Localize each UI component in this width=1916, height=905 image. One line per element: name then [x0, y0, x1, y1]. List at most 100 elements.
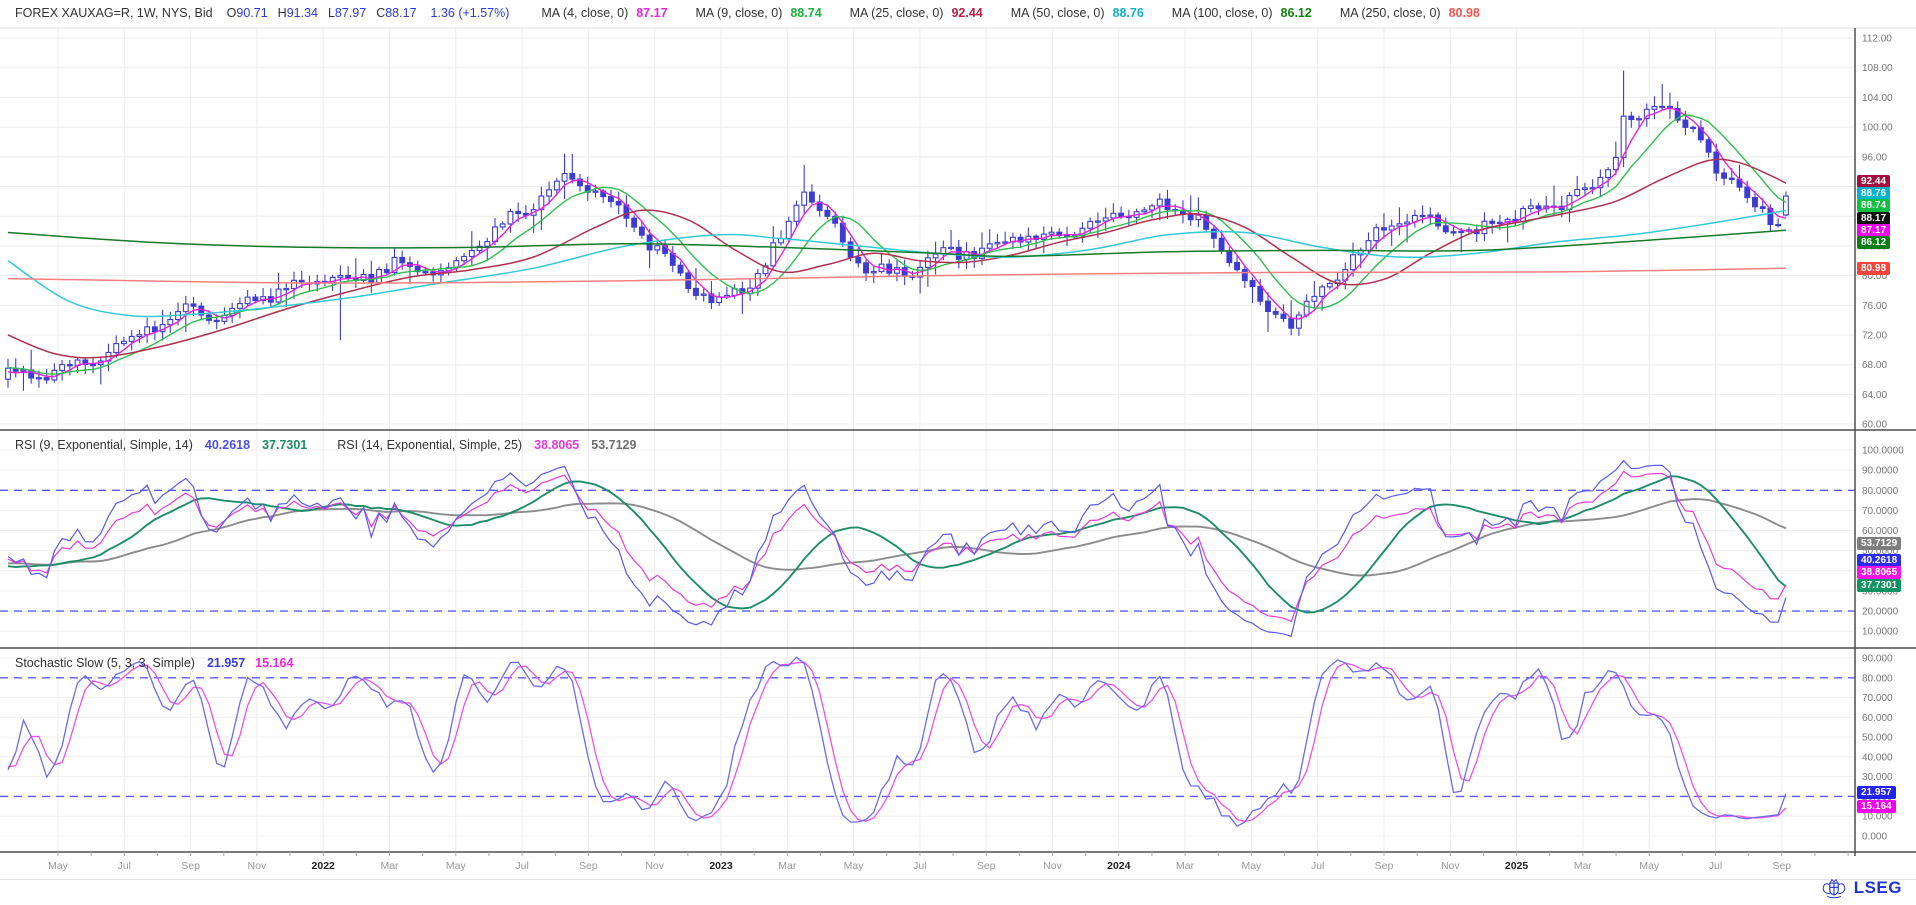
- time-axis-label: Jul: [515, 860, 528, 872]
- axis-label: 90.0000: [1862, 466, 1899, 477]
- axis-label: 60.0000: [1862, 526, 1899, 537]
- price-badge: 15.164: [1857, 800, 1896, 813]
- axis-label: 64.00: [1862, 390, 1887, 401]
- stochastic-series: [8, 657, 1786, 826]
- chart-application: 112.00108.00104.00100.0096.0092.0088.008…: [0, 0, 1916, 905]
- axis-label: 108.00: [1862, 63, 1893, 74]
- time-axis-label: Sep: [181, 860, 200, 872]
- price-badge: 86.12: [1857, 236, 1890, 249]
- axis-label: 0.000: [1862, 832, 1887, 843]
- time-axis-label: Nov: [248, 860, 267, 872]
- rsi-value: 37.7301: [262, 438, 307, 452]
- time-axis-label: May: [48, 860, 69, 872]
- ma-legend-item: MA (25, close, 0)92.44: [850, 6, 983, 20]
- instrument-title: FOREX XAUXAG=R, 1W, NYS, Bid: [15, 6, 213, 20]
- time-axis-label: 2022: [312, 860, 336, 872]
- stochastic-value: 21.957: [207, 656, 245, 670]
- axis-label: 20.0000: [1862, 607, 1899, 618]
- axis-label: 30.000: [1862, 772, 1893, 783]
- axis-label: 60.000: [1862, 713, 1893, 724]
- price-badge: 92.44: [1857, 175, 1890, 188]
- axis-label: 90.000: [1862, 654, 1893, 665]
- ma-legend-item: MA (9, close, 0)88.74: [696, 6, 822, 20]
- lseg-logo: LSEG: [1820, 876, 1902, 900]
- stochastic-value: 15.164: [255, 656, 293, 670]
- ma-overlays: [8, 108, 1786, 377]
- lseg-logo-text: LSEG: [1854, 878, 1902, 898]
- change-value: 1.36 (+1.57%): [431, 6, 510, 20]
- ma-legend-item: MA (50, close, 0)88.76: [1011, 6, 1144, 20]
- chart-canvas[interactable]: 112.00108.00104.00100.0096.0092.0088.008…: [0, 0, 1916, 905]
- price-badge: 40.2618: [1857, 554, 1901, 567]
- time-axis-label: May: [1241, 860, 1262, 872]
- ma-legend-item: MA (100, close, 0)86.12: [1172, 6, 1312, 20]
- stochastic-legend: Stochastic Slow (5, 3, 3, Simple) 21.957…: [15, 656, 293, 670]
- axis-label: 80.0000: [1862, 486, 1899, 497]
- time-axis-label: Mar: [1176, 860, 1195, 872]
- quote-values: O90.71H91.34L87.97C88.17: [227, 6, 417, 20]
- axis-label: 68.00: [1862, 360, 1887, 371]
- time-axis-label: Nov: [1043, 860, 1062, 872]
- time-axis-label: 2024: [1107, 860, 1131, 872]
- time-axis-label: Sep: [579, 860, 598, 872]
- axis-label: 80.000: [1862, 673, 1893, 684]
- price-axis-labels: 112.00108.00104.00100.0096.0092.0088.008…: [1862, 34, 1904, 843]
- axis-label: 10.000: [1862, 812, 1893, 823]
- rsi-series: [8, 461, 1786, 637]
- panel-separators: [0, 28, 1916, 880]
- ma-line-MA100: [8, 230, 1786, 256]
- price-badge: 53.7129: [1857, 537, 1901, 550]
- axis-label: 70.000: [1862, 693, 1893, 704]
- price-badge: 87.17: [1857, 224, 1890, 237]
- quote-l: L87.97: [328, 6, 366, 20]
- axis-label: 96.00: [1862, 152, 1887, 163]
- price-badge: 88.76: [1857, 187, 1890, 200]
- rsi-value: 38.8065: [534, 438, 579, 452]
- axis-label: 100.00: [1862, 123, 1893, 134]
- time-axis-labels: May Jul Sep Nov 2022 Mar May Jul Sep Nov 2023 Mar Ma…: [48, 860, 1791, 872]
- price-badge: 37.7301: [1857, 579, 1901, 592]
- lseg-crest-icon: [1820, 876, 1848, 900]
- quote-h: H91.34: [278, 6, 318, 20]
- time-axis-label: Nov: [1441, 860, 1460, 872]
- price-badge: 88.17: [1857, 212, 1890, 225]
- time-axis-label: Mar: [778, 860, 797, 872]
- main-chart-legend: FOREX XAUXAG=R, 1W, NYS, Bid O90.71H91.3…: [15, 6, 1480, 20]
- price-badge: 38.8065: [1857, 566, 1901, 579]
- time-axis-label: Sep: [1375, 860, 1394, 872]
- stochastic-values: 21.957 15.164: [207, 656, 293, 670]
- time-axis-label: May: [844, 860, 865, 872]
- axis-label: 76.00: [1862, 301, 1887, 312]
- time-axis-label: Jul: [118, 860, 131, 872]
- time-axis-label: 2023: [709, 860, 733, 872]
- axis-label: 100.0000: [1862, 446, 1904, 457]
- time-axis-label: Jul: [1311, 860, 1324, 872]
- rsi-value: 40.2618: [205, 438, 250, 452]
- ma-legend-item: MA (250, close, 0)80.98: [1340, 6, 1480, 20]
- time-axis-label: Mar: [380, 860, 399, 872]
- rsi-legend: RSI (9, Exponential, Simple, 14) 40.2618 3…: [15, 438, 636, 452]
- axis-label: 60.00: [1862, 420, 1887, 431]
- time-axis-label: May: [446, 860, 467, 872]
- axis-label: 72.00: [1862, 331, 1887, 342]
- rsi-title: RSI (14, Exponential, Simple, 25): [337, 438, 522, 452]
- price-badge: 80.98: [1857, 262, 1890, 275]
- stochastic-title: Stochastic Slow (5, 3, 3, Simple): [15, 656, 195, 670]
- axis-label: 70.0000: [1862, 506, 1899, 517]
- rsi-title: RSI (9, Exponential, Simple, 14): [15, 438, 193, 452]
- time-axis-label: May: [1639, 860, 1660, 872]
- time-axis-label: Jul: [913, 860, 926, 872]
- axis-label: 112.00: [1862, 34, 1892, 45]
- ma-legend: MA (4, close, 0)87.17 MA (9, close, 0)88.…: [541, 6, 1479, 20]
- time-axis-label: Jul: [1709, 860, 1722, 872]
- time-axis-label: 2025: [1505, 860, 1529, 872]
- ma-legend-item: MA (4, close, 0)87.17: [541, 6, 667, 20]
- price-badge: 21.957: [1857, 786, 1896, 799]
- quote-c: C88.17: [376, 6, 416, 20]
- time-axis-label: Sep: [1772, 860, 1791, 872]
- axis-label: 10.0000: [1862, 627, 1899, 638]
- axis-label: 40.000: [1862, 752, 1893, 763]
- axis-label: 50.000: [1862, 733, 1893, 744]
- time-axis-label: Nov: [645, 860, 664, 872]
- rsi-value: 53.7129: [591, 438, 636, 452]
